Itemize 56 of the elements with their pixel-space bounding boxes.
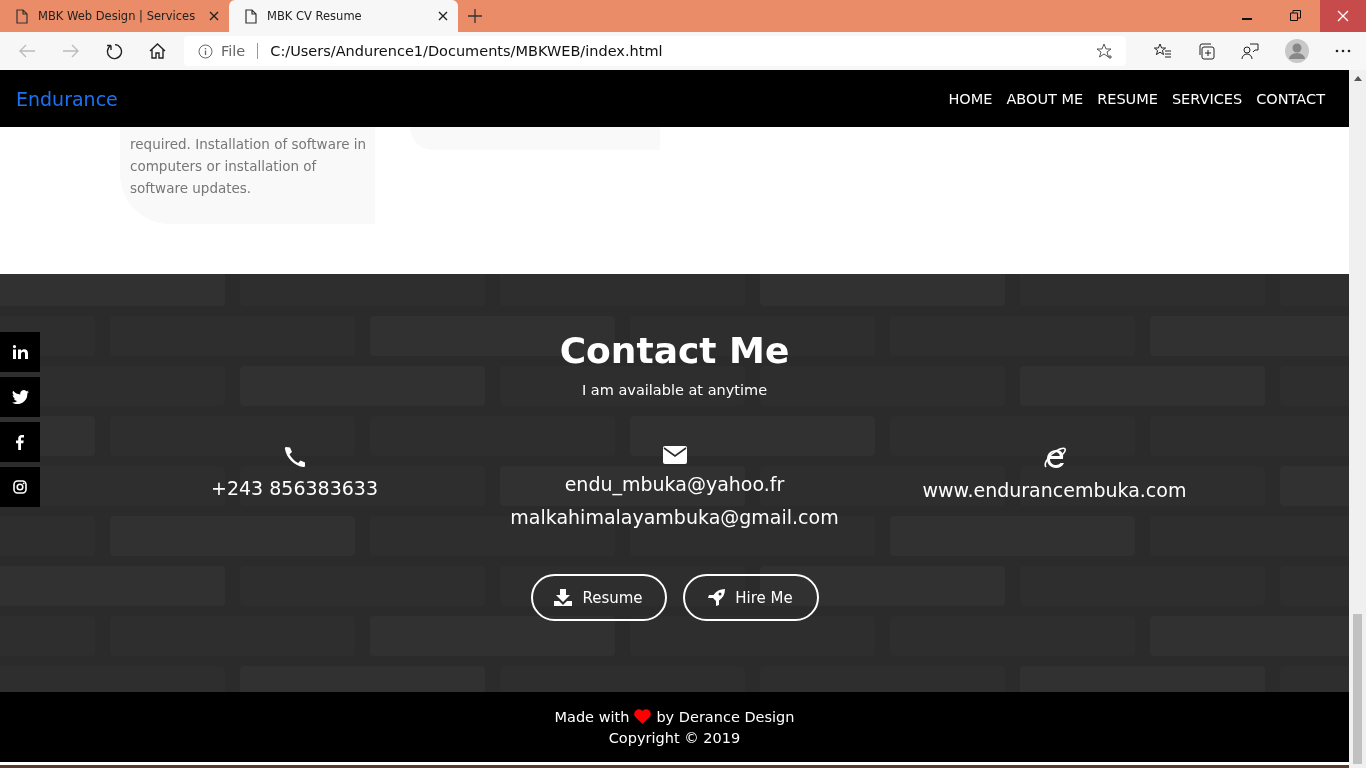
copyright-text: Copyright © 2019 [608, 729, 741, 746]
scrollbar[interactable] [1349, 70, 1366, 768]
page-icon [245, 8, 257, 24]
section-title: Contact Me [559, 329, 790, 373]
linkedin-icon [12, 345, 28, 359]
contact-detail: malkahimalayambuka@gmail.com [510, 505, 839, 530]
outline-button[interactable]: Hire Me [682, 574, 819, 621]
footer-text: by Derance Design [656, 708, 795, 725]
feedback-icon[interactable] [1241, 42, 1259, 60]
browser-tab[interactable]: MBK Web Design | Services [0, 0, 229, 32]
favorite-star-icon[interactable] [1096, 42, 1114, 60]
service-description: required. Installation of software in computers or installation of software updates. [130, 135, 368, 198]
refresh-icon[interactable] [106, 42, 123, 60]
nav-link[interactable]: CONTACT [1256, 90, 1325, 107]
social-button[interactable] [0, 332, 40, 372]
social-button[interactable] [0, 377, 40, 417]
section-subtitle: I am available at anytime [581, 382, 768, 398]
contact-detail: www.endurancembuka.com [922, 478, 1187, 503]
social-button[interactable] [0, 422, 40, 462]
bird-icon [11, 390, 29, 404]
close-icon[interactable] [209, 11, 219, 21]
info-icon [198, 43, 213, 59]
footer-text: Made with [554, 708, 630, 725]
scheme-label: File [221, 43, 246, 59]
phone-icon [283, 446, 306, 468]
social-button[interactable] [0, 467, 40, 507]
close-icon [1337, 10, 1349, 22]
nav-link[interactable]: HOME [948, 90, 993, 107]
close-icon[interactable] [438, 11, 448, 21]
browser-tab[interactable]: MBK CV Resume [229, 0, 458, 32]
download-icon [554, 589, 573, 606]
scroll-up-icon[interactable] [1353, 76, 1362, 81]
address-bar[interactable]: File C:/Users/Andurence1/Documents/MBKWEB/index.html [184, 36, 1126, 66]
new-tab-icon[interactable] [468, 9, 482, 23]
outline-button[interactable]: Resume [530, 574, 667, 621]
more-icon[interactable] [1335, 49, 1351, 53]
nav-link[interactable]: ABOUT ME [1006, 90, 1084, 107]
envelope-icon [662, 446, 687, 464]
brand-link[interactable]: Endurance [16, 87, 118, 110]
camera-icon [13, 480, 27, 494]
browser-e-icon [1042, 446, 1067, 470]
contact-detail: endu_mbuka@yahoo.fr [564, 472, 785, 498]
facebook-f-icon [16, 434, 24, 450]
restore-icon[interactable] [1290, 10, 1301, 21]
scroll-thumb[interactable] [1353, 614, 1362, 764]
url-text: C:/Users/Andurence1/Documents/MBKWEB/index.html [270, 43, 663, 59]
nav-link[interactable]: SERVICES [1171, 90, 1243, 107]
favorites-list-icon[interactable] [1154, 43, 1172, 59]
contact-detail: +243 856383633 [211, 476, 378, 501]
nav-link[interactable]: RESUME [1097, 90, 1158, 107]
page-icon [16, 8, 28, 24]
heart-icon [634, 709, 652, 724]
collections-icon[interactable] [1198, 42, 1215, 60]
rocket-icon [708, 589, 726, 606]
home-icon[interactable] [149, 43, 166, 59]
profile-avatar-icon[interactable] [1285, 39, 1309, 63]
